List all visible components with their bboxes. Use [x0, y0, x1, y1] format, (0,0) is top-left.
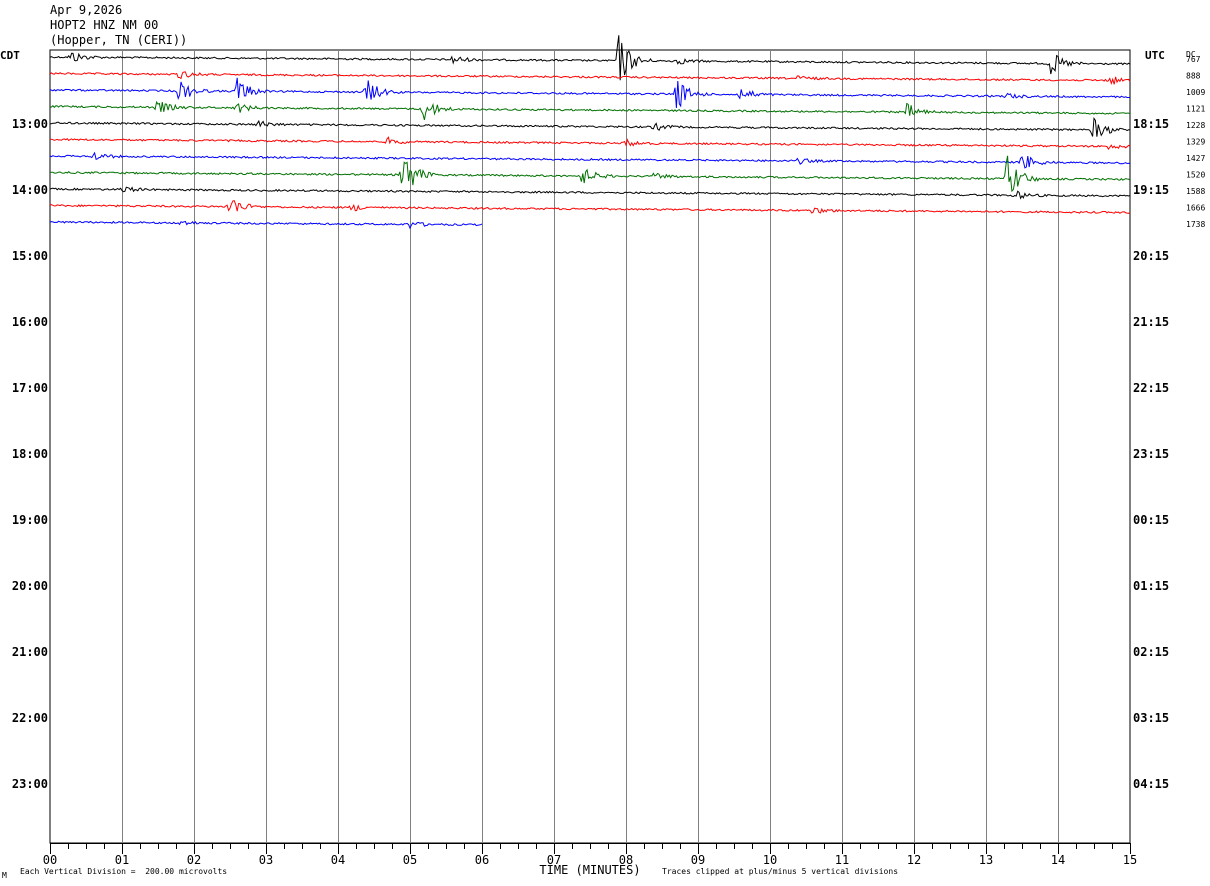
dc-offset-label: 1738	[1186, 220, 1205, 229]
seismic-trace	[49, 71, 1131, 86]
x-tick-label: 11	[835, 853, 849, 867]
dc-offset-label: 1427	[1186, 154, 1205, 163]
seismic-trace	[49, 116, 1131, 137]
dc-offset-label: 1666	[1186, 204, 1205, 213]
right-hour-label: 21:15	[1133, 315, 1169, 329]
dc-offset-label: 1009	[1186, 88, 1205, 97]
header-station: HOPT2 HNZ NM 00	[50, 18, 159, 32]
left-hour-label: 13:00	[12, 117, 48, 131]
right-hour-label: 19:15	[1133, 183, 1169, 197]
left-hour-label: 20:00	[12, 579, 48, 593]
right-axis-timezone: UTC	[1145, 49, 1165, 62]
right-hour-label: 03:15	[1133, 711, 1169, 725]
x-tick-label: 00	[43, 853, 57, 867]
seismic-trace	[49, 200, 1131, 214]
dc-offset-label: 1520	[1186, 171, 1205, 180]
right-hour-label: 00:15	[1133, 513, 1169, 527]
x-tick-label: 05	[403, 853, 417, 867]
right-hour-label: 02:15	[1133, 645, 1169, 659]
left-hour-label: 17:00	[12, 381, 48, 395]
right-hour-label: 01:15	[1133, 579, 1169, 593]
x-tick-label: 01	[115, 853, 129, 867]
right-hour-label: 04:15	[1133, 777, 1169, 791]
dc-offset-label: 1228	[1186, 121, 1205, 130]
left-axis-timezone: CDT	[0, 49, 20, 62]
x-tick-label: 09	[691, 853, 705, 867]
dc-offset-label: 1121	[1186, 105, 1205, 114]
left-hour-label: 19:00	[12, 513, 48, 527]
dc-offset-header: DC	[1186, 50, 1196, 59]
x-tick-label: 14	[1051, 853, 1065, 867]
right-hour-label: 20:15	[1133, 249, 1169, 263]
x-tick-label: 12	[907, 853, 921, 867]
x-tick-label: 13	[979, 853, 993, 867]
plot-frame	[49, 49, 1131, 844]
seismic-trace	[49, 100, 1131, 121]
dc-offset-label: 1329	[1186, 138, 1205, 147]
seismic-trace	[49, 155, 1131, 193]
right-hour-label: 18:15	[1133, 117, 1169, 131]
left-hour-label: 14:00	[12, 183, 48, 197]
left-hour-label: 23:00	[12, 777, 48, 791]
x-tick-label: 15	[1123, 853, 1137, 867]
corner-mark: M	[2, 871, 7, 880]
header-location: (Hopper, TN (CERI))	[50, 33, 188, 47]
seismic-trace	[49, 136, 1131, 151]
header-date: Apr 9,2026	[50, 3, 123, 17]
clip-note: Traces clipped at plus/minus 5 vertical …	[662, 867, 899, 876]
right-hour-label: 22:15	[1133, 381, 1169, 395]
right-hour-label: 23:15	[1133, 447, 1169, 461]
x-axis-title: TIME (MINUTES)	[539, 863, 640, 877]
left-hour-label: 15:00	[12, 249, 48, 263]
left-hour-label: 18:00	[12, 447, 48, 461]
x-tick-label: 06	[475, 853, 489, 867]
left-hour-label: 21:00	[12, 645, 48, 659]
seismic-trace	[49, 151, 1131, 169]
seismogram-plot: 00 01 02 03 04 05 06 07 08 09 10 11 12 13 14 15TIME (MI…	[12, 35, 1205, 877]
x-tick-label: 02	[187, 853, 201, 867]
seismic-trace	[49, 77, 1130, 109]
scale-note: Each Vertical Division = 200.00 microvol…	[20, 867, 228, 876]
dc-offset-label: 888	[1186, 72, 1201, 81]
x-tick-label: 03	[259, 853, 273, 867]
x-tick-label: 10	[763, 853, 777, 867]
dc-offset-label: 1588	[1186, 187, 1205, 196]
left-hour-label: 16:00	[12, 315, 48, 329]
seismic-trace	[49, 186, 1131, 200]
x-tick-label: 04	[331, 853, 345, 867]
left-hour-label: 22:00	[12, 711, 48, 725]
